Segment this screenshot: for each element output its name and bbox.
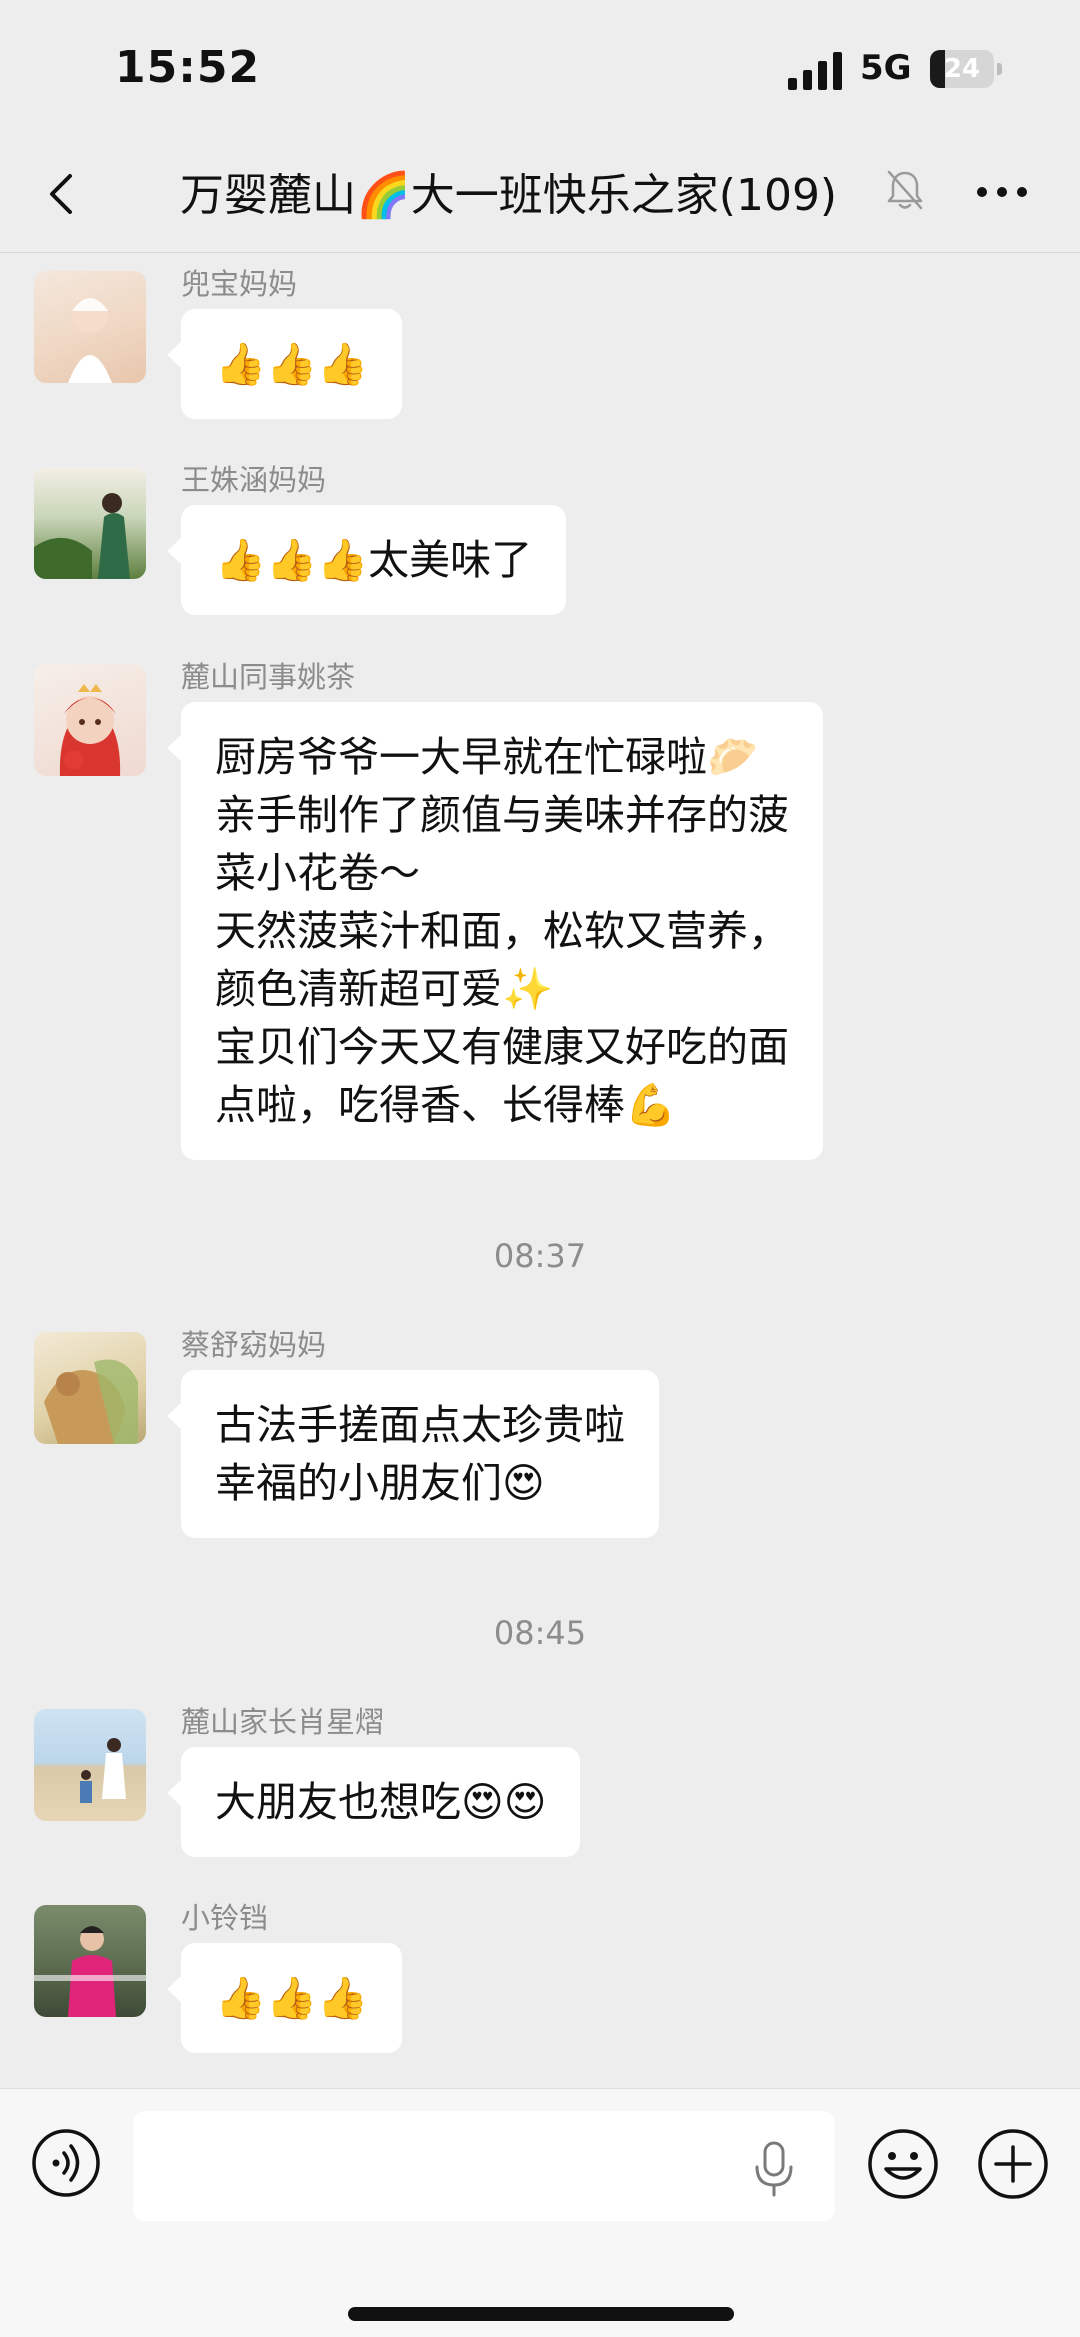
message-text-line: 亲手制作了颜值与美味并存的菠 — [215, 791, 789, 839]
message-text-line: 颜色清新超可爱✨ — [215, 965, 554, 1013]
sender-name: 小铃铛 — [181, 1901, 269, 1935]
wechat-group-chat-screen: 15:52 5G 24 万婴麓山🌈大一班快乐之家(109) 兜宝妈妈 👍👍👍 王… — [0, 0, 1080, 2337]
message-bubble[interactable]: 古法手搓面点太珍贵啦 幸福的小朋友们😍 — [167, 1370, 659, 1538]
signal-icon — [788, 52, 842, 90]
timestamp: 08:45 — [493, 1614, 587, 1652]
status-time: 15:52 — [115, 42, 261, 93]
chat-title: 万婴麓山🌈大一班快乐之家(109) — [180, 170, 838, 221]
message-text: 👍👍👍 — [215, 1974, 369, 2022]
sender-name: 兜宝妈妈 — [181, 267, 298, 301]
message-bubble[interactable]: 大朋友也想吃😍😍 — [166, 1747, 581, 1857]
avatar[interactable] — [34, 271, 146, 383]
bell-off-icon — [887, 170, 923, 210]
voice-wave-icon[interactable] — [30, 2127, 102, 2199]
message-bubble[interactable]: 厨房爷爷一大早就在忙碌啦🥟 亲手制作了颜值与美味并存的菠 菜小花卷～ 天然菠菜汁… — [167, 702, 823, 1160]
smiley-icon[interactable] — [866, 2127, 940, 2201]
message-text-line: 古法手搓面点太珍贵啦 — [215, 1401, 625, 1449]
sender-name: 麓山家长肖星熠 — [181, 1705, 385, 1739]
message-list[interactable]: 兜宝妈妈 👍👍👍 王姝涵妈妈 👍👍👍太美味了 麓山同事姚茶 厨房爷爷一大早就在忙… — [0, 253, 1080, 2083]
message-text-line: 天然菠菜汁和面，松软又营养， — [215, 907, 789, 955]
message-text-line: 点啦，吃得香、长得棒💪 — [215, 1081, 677, 1129]
network-type: 5G — [860, 48, 912, 88]
message-text-line: 幸福的小朋友们😍 — [215, 1459, 545, 1507]
avatar[interactable] — [34, 467, 146, 579]
message-text-line: 宝贝们今天又有健康又好吃的面 — [215, 1023, 789, 1071]
message-text: 👍👍👍太美味了 — [215, 536, 533, 584]
message-bubble[interactable]: 👍👍👍 — [166, 309, 403, 419]
message-bubble[interactable]: 👍👍👍 — [166, 1943, 403, 2053]
battery-icon: 24 — [930, 50, 1002, 88]
message-bubble[interactable]: 👍👍👍太美味了 — [166, 505, 567, 615]
sender-name: 王姝涵妈妈 — [181, 463, 327, 497]
sender-name: 蔡舒窈妈妈 — [181, 1328, 327, 1362]
battery-percent: 24 — [943, 54, 981, 84]
message-text-line: 菜小花卷～ — [215, 849, 420, 897]
plus-icon[interactable] — [976, 2127, 1050, 2201]
timestamp: 08:37 — [493, 1237, 587, 1275]
status-bar: 15:52 5G 24 — [0, 0, 1080, 140]
avatar[interactable] — [34, 664, 146, 776]
avatar[interactable] — [34, 1709, 146, 1821]
avatar[interactable] — [34, 1905, 146, 2017]
message-input[interactable] — [133, 2111, 835, 2221]
home-indicator[interactable] — [348, 2307, 734, 2321]
message-text: 👍👍👍 — [215, 340, 369, 388]
microphone-icon[interactable] — [752, 2141, 796, 2197]
input-bar — [0, 2088, 1080, 2337]
message-text: 大朋友也想吃😍😍 — [215, 1778, 547, 1826]
more-button[interactable] — [970, 160, 1034, 224]
sender-name: 麓山同事姚茶 — [181, 660, 356, 694]
back-button[interactable] — [30, 162, 94, 226]
avatar[interactable] — [34, 1332, 146, 1444]
message-text-line: 厨房爷爷一大早就在忙碌啦🥟 — [215, 733, 759, 781]
